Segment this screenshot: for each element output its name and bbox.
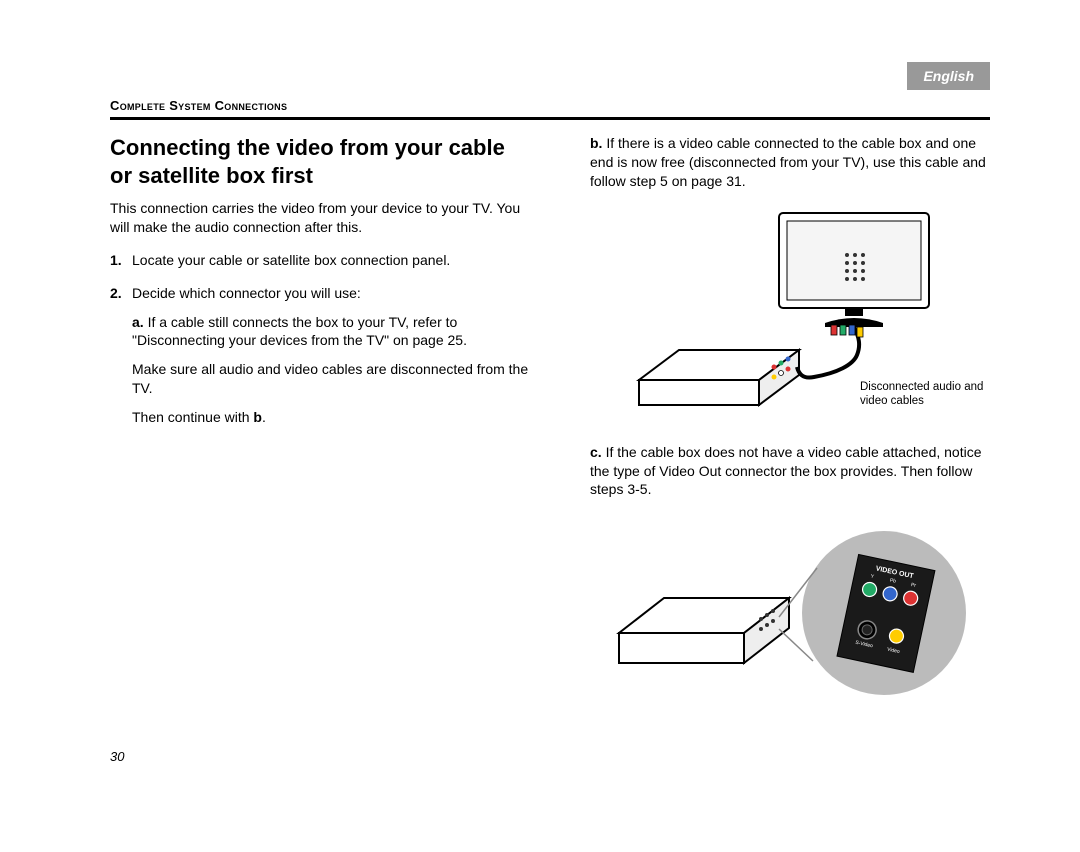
figure-box-videoout-zoom: VIDEO OUT Y Pb Pr S-Video [568,513,990,713]
substep-text: If a cable still connects the box to you… [132,314,467,349]
page-title: Connecting the video from your cable or … [110,134,532,189]
substep-label: b. [590,135,602,151]
substep-text: If there is a video cable connected to t… [590,135,986,189]
cable-box-icon [639,350,799,405]
section-rule [110,117,990,120]
section-header: Complete System Connections [110,98,990,113]
substep-label: a. [132,314,144,330]
step-2: 2. Decide which connector you will use: … [110,284,532,437]
figure-tv-box-cables: Disconnected audio and video cables [568,205,990,425]
substep-a: a. If a cable still connects the box to … [132,313,532,427]
substep-text: If the cable box does not have a video c… [590,444,982,498]
cable-box-icon [619,598,789,663]
figure-caption: Disconnected audio and video cables [860,380,990,409]
page-number: 30 [110,749,124,764]
substep-text: Then continue with b. [132,408,532,427]
left-column: Connecting the video from your cable or … [110,134,532,731]
step-1: 1. Locate your cable or satellite box co… [110,251,532,270]
language-tab: English [907,62,990,90]
substep-b: b. If there is a video cable connected t… [590,134,990,191]
cables-icon [797,325,863,378]
substep-label: c. [590,444,602,460]
step-text: Locate your cable or satellite box conne… [132,251,532,270]
zoom-circle-icon: VIDEO OUT Y Pb Pr S-Video [779,531,966,695]
right-column: b. If there is a video cable connected t… [568,134,990,731]
step-text: Decide which connector you will use: [132,285,361,301]
tv-icon [779,213,929,327]
step-number: 2. [110,284,132,437]
intro-text: This connection carries the video from y… [110,199,532,237]
step-number: 1. [110,251,132,270]
substep-text: Make sure all audio and video cables are… [132,360,532,398]
substep-c: c. If the cable box does not have a vide… [590,443,990,500]
